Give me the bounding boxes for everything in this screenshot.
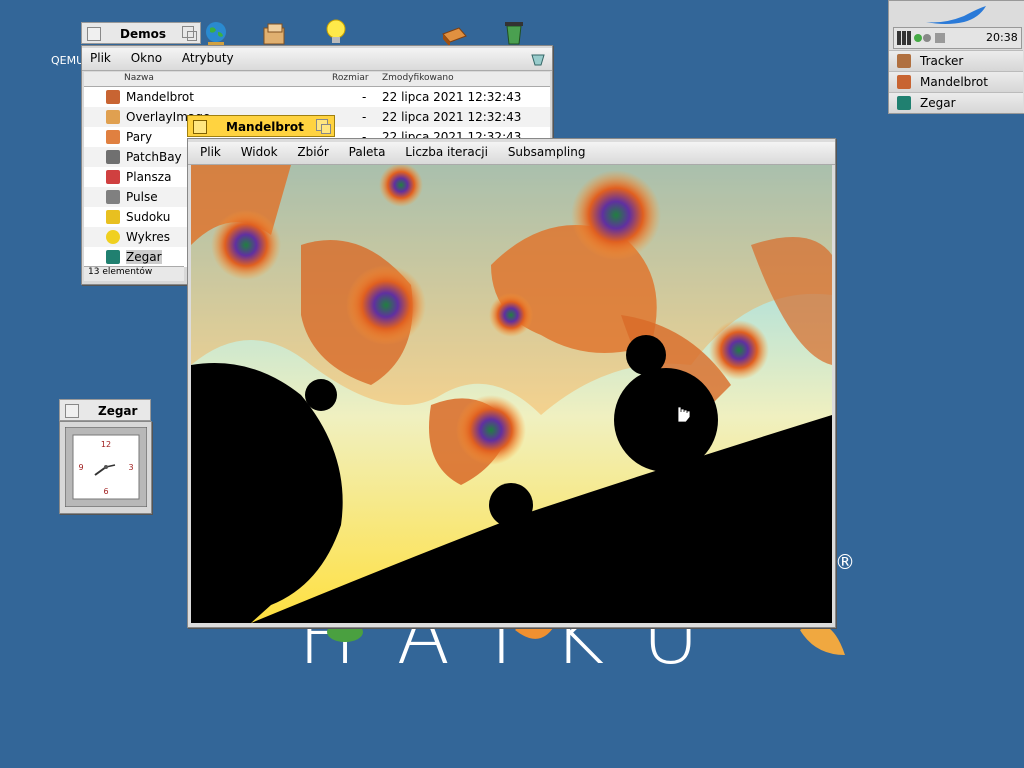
close-button[interactable] <box>65 404 79 418</box>
sudoku-icon <box>106 210 120 224</box>
lightbulb-icon[interactable] <box>322 18 350 46</box>
list-header: Nazwa Rozmiar Zmodyfikowano <box>84 72 550 87</box>
column-modified[interactable]: Zmodyfikowano <box>382 73 454 83</box>
mandelbrot-window-tab[interactable]: Mandelbrot <box>187 115 335 137</box>
tray-icons[interactable] <box>897 31 949 45</box>
numeral-6: 6 <box>103 487 108 496</box>
registered-mark: ® <box>835 550 855 574</box>
deskbar-item-zegar[interactable]: Zegar <box>889 92 1023 113</box>
demos-menubar: Plik Okno Atrybuty <box>82 48 552 71</box>
patchbay-icon <box>106 150 120 164</box>
menu-okno[interactable]: Okno <box>123 48 170 65</box>
window-title: Zegar <box>98 404 138 418</box>
tracker-menu-icon[interactable] <box>530 52 546 66</box>
zegar-window-tab[interactable]: Zegar <box>59 399 151 421</box>
overlay-icon <box>106 110 120 124</box>
item-name: Pary <box>126 130 153 144</box>
menu-liczba-iteracji[interactable]: Liczba iteracji <box>397 142 496 159</box>
plansza-icon <box>106 170 120 184</box>
list-item[interactable]: Mandelbrot - 22 lipca 2021 12:32:43 <box>84 87 550 107</box>
menu-paleta[interactable]: Paleta <box>341 142 394 159</box>
deskbar-item-mandelbrot[interactable]: Mandelbrot <box>889 71 1023 92</box>
zegar-window: 12 3 6 9 <box>59 421 152 514</box>
item-modified: 22 lipca 2021 12:32:43 <box>382 110 522 124</box>
close-button[interactable] <box>87 27 101 41</box>
menu-widok[interactable]: Widok <box>233 142 286 159</box>
column-name[interactable]: Nazwa <box>124 73 154 83</box>
column-size[interactable]: Rozmiar <box>332 73 369 83</box>
package-icon[interactable] <box>260 20 288 48</box>
globe-icon[interactable] <box>202 20 230 48</box>
mandelbrot-window: Plik Widok Zbiór Paleta Liczba iteracji … <box>187 138 836 628</box>
zegar-icon <box>897 96 911 110</box>
clock-time[interactable]: 20:38 <box>986 31 1018 44</box>
zoom-button[interactable] <box>316 119 331 134</box>
zegar-icon <box>106 250 120 264</box>
menu-plik[interactable]: Plik <box>82 48 119 65</box>
deskbar-tray: 20:38 <box>893 27 1022 49</box>
menu-plik[interactable]: Plik <box>188 142 229 159</box>
pary-icon <box>106 130 120 144</box>
mandelbrot-icon <box>106 90 120 104</box>
wykres-icon <box>106 230 120 244</box>
item-name: Pulse <box>126 190 158 204</box>
numeral-3: 3 <box>128 463 133 472</box>
deskbar-item-label: Mandelbrot <box>920 75 988 89</box>
item-size: - <box>362 110 367 124</box>
item-name: Mandelbrot <box>126 90 194 104</box>
deskbar-item-label: Tracker <box>920 54 964 68</box>
pulse-icon <box>106 190 120 204</box>
desktop-icon-label[interactable]: QEMU <box>51 54 84 67</box>
item-modified: 22 lipca 2021 12:32:43 <box>382 90 522 104</box>
zoom-button[interactable] <box>182 26 197 41</box>
tracker-icon <box>897 54 911 68</box>
window-title: Mandelbrot <box>226 120 304 134</box>
item-name: Wykres <box>126 230 171 244</box>
trash-icon[interactable] <box>500 18 528 46</box>
menu-zbior[interactable]: Zbiór <box>289 142 336 159</box>
status-bar: 13 elementów <box>84 266 184 281</box>
item-name: Sudoku <box>126 210 171 224</box>
numeral-9: 9 <box>78 463 83 472</box>
window-title: Demos <box>120 27 166 41</box>
close-button[interactable] <box>193 120 207 134</box>
menu-atrybuty[interactable]: Atrybuty <box>174 48 242 65</box>
mandelbrot-icon <box>897 75 911 89</box>
item-size: - <box>362 90 367 104</box>
status-count: 13 elementów <box>88 267 153 277</box>
numeral-12: 12 <box>101 440 111 449</box>
mandelbrot-canvas[interactable] <box>191 165 832 623</box>
demos-window-tab[interactable]: Demos <box>81 22 201 44</box>
item-name: PatchBay <box>126 150 182 164</box>
mandelbrot-menubar: Plik Widok Zbiór Paleta Liczba iteracji … <box>188 142 835 165</box>
deskbar: 20:38 Tracker Mandelbrot Zegar <box>888 0 1024 114</box>
item-name: Zegar <box>126 250 162 264</box>
clock-face: 12 3 6 9 <box>65 427 147 507</box>
deskbar-item-label: Zegar <box>920 96 956 110</box>
deskbar-item-tracker[interactable]: Tracker <box>889 50 1023 71</box>
item-name: Plansza <box>126 170 172 184</box>
haiku-leaf-icon[interactable] <box>924 4 988 26</box>
menu-subsampling[interactable]: Subsampling <box>500 142 594 159</box>
